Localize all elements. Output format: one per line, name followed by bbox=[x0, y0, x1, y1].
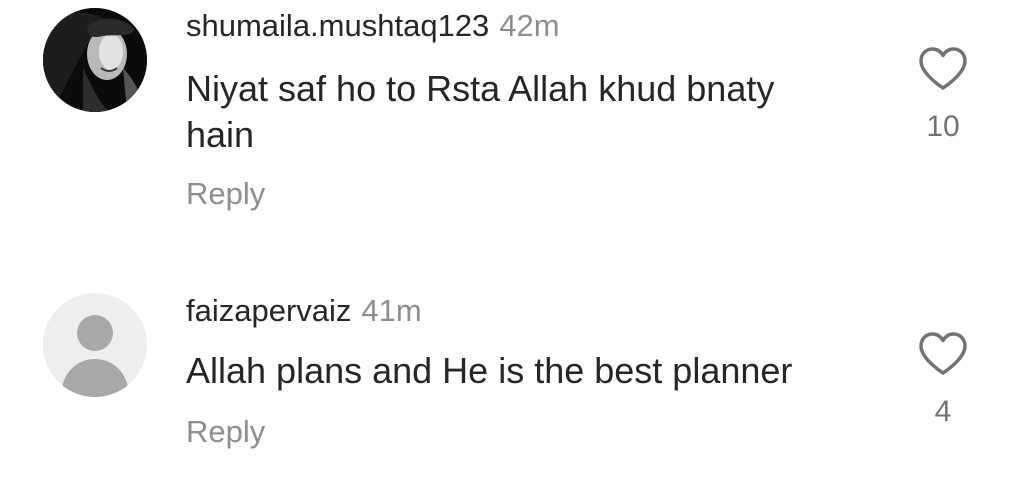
comment-header: faizapervaiz 41m bbox=[186, 293, 422, 329]
timestamp: 42m bbox=[499, 8, 560, 43]
username[interactable]: faizapervaiz bbox=[186, 293, 351, 328]
like-button[interactable] bbox=[918, 331, 968, 377]
default-avatar-icon bbox=[43, 293, 147, 397]
comment-text: Niyat saf ho to Rsta Allah khud bnaty ha… bbox=[186, 66, 886, 158]
profile-photo-icon bbox=[43, 8, 147, 112]
comment-text-line: Allah plans and He is the best planner bbox=[186, 350, 793, 391]
heart-icon bbox=[919, 47, 967, 90]
comment-item: faizapervaiz 41m Allah plans and He is th… bbox=[0, 280, 1024, 504]
avatar[interactable] bbox=[43, 8, 147, 112]
like-count: 10 bbox=[926, 110, 960, 143]
heart-icon bbox=[919, 332, 967, 375]
like-count: 4 bbox=[934, 395, 952, 428]
reply-button[interactable]: Reply bbox=[186, 414, 265, 450]
comment-text: Allah plans and He is the best planner bbox=[186, 348, 886, 394]
username[interactable]: shumaila.mushtaq123 bbox=[186, 8, 489, 43]
comment-text-line: Niyat saf ho to Rsta Allah khud bnaty bbox=[186, 68, 775, 109]
timestamp: 41m bbox=[361, 293, 422, 328]
reply-button[interactable]: Reply bbox=[186, 176, 265, 212]
avatar[interactable] bbox=[43, 293, 147, 397]
like-button[interactable] bbox=[918, 46, 968, 92]
comment-header: shumaila.mushtaq123 42m bbox=[186, 8, 560, 44]
comment-text-line: hain bbox=[186, 114, 255, 155]
comment-item: shumaila.mushtaq123 42m Niyat saf ho to R… bbox=[0, 0, 1024, 250]
